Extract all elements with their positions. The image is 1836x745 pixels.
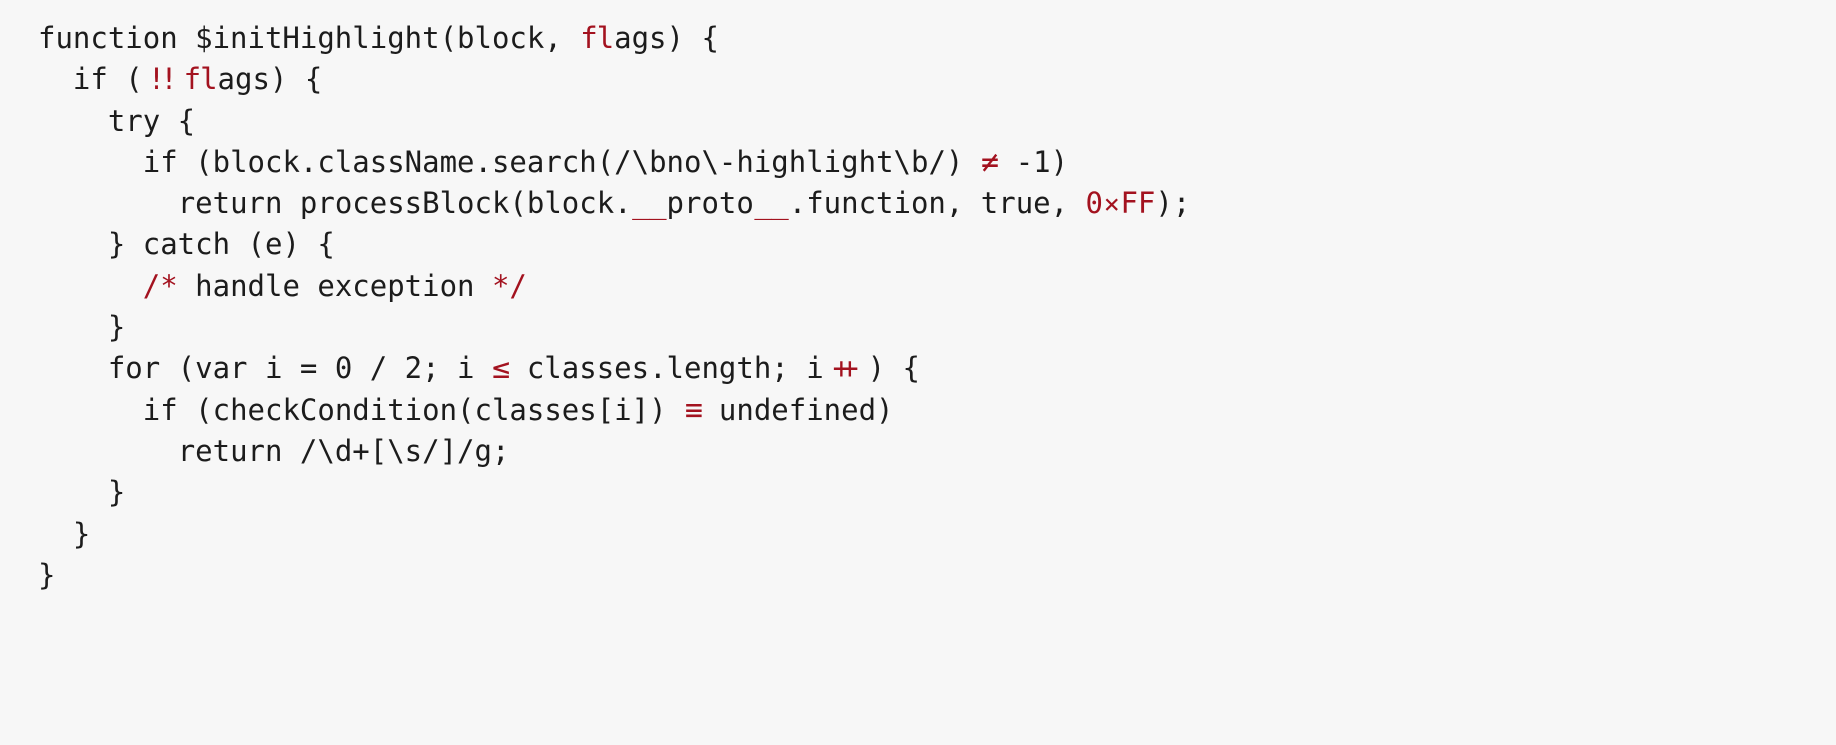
code-token: } bbox=[72, 516, 91, 551]
code-line: } bbox=[38, 555, 1798, 596]
code-ligature-glyph: fl bbox=[183, 62, 218, 97]
code-line: if (!! flags) { bbox=[38, 59, 1798, 100]
code-token: try { bbox=[107, 103, 196, 138]
code-line: return /\d+[\s/]/g; bbox=[38, 431, 1798, 472]
code-token: .function, true, bbox=[788, 186, 1086, 221]
code-token: } bbox=[38, 557, 56, 592]
code-ligature-glyph: ≠ bbox=[980, 144, 999, 180]
code-token: ags) { bbox=[614, 21, 719, 55]
code-line: for (var i = 0 / 2; i ≤ classes.length; … bbox=[38, 348, 1798, 389]
code-token: */ bbox=[491, 268, 527, 303]
code-token: proto bbox=[666, 186, 754, 221]
code-token: handle exception bbox=[177, 268, 492, 303]
code-token: classes.length; i bbox=[509, 351, 824, 386]
code-sample-block: function $initHighlight(block, flags) { … bbox=[38, 18, 1798, 596]
code-token: FF bbox=[1120, 186, 1156, 221]
code-ligature-glyph: __ bbox=[754, 186, 789, 221]
code-ligature-glyph: ≤ bbox=[491, 351, 511, 387]
code-line: function $initHighlight(block, flags) { bbox=[38, 18, 1798, 59]
code-token: if ( bbox=[72, 62, 143, 97]
code-ligature-glyph: __ bbox=[632, 186, 667, 221]
code-ligature-glyph: × bbox=[1103, 189, 1120, 221]
code-line: if (checkCondition(classes[i]) ≡ undefin… bbox=[38, 390, 1798, 431]
code-token: undefined) bbox=[701, 392, 894, 427]
code-line: return processBlock(block.__proto__.func… bbox=[38, 183, 1798, 224]
code-token: /* bbox=[142, 268, 178, 303]
code-token: function $initHighlight(block, bbox=[38, 21, 580, 55]
code-line: } bbox=[38, 307, 1798, 348]
code-ligature-glyph: !! bbox=[147, 62, 178, 97]
code-line: /* handle exception */ bbox=[38, 266, 1798, 307]
code-token: return /\d+[\s/]/g; bbox=[177, 433, 510, 468]
code-line: if (block.className.search(/\bno\-highli… bbox=[38, 142, 1798, 183]
code-line: } bbox=[38, 514, 1798, 555]
code-token: if (block.className.search(/\bno\-highli… bbox=[142, 144, 981, 179]
code-token: -1) bbox=[998, 144, 1069, 179]
code-token: if (checkCondition(classes[i]) bbox=[142, 392, 685, 427]
code-token: ags) { bbox=[217, 62, 323, 97]
code-token: ) { bbox=[867, 351, 920, 386]
code-token: return processBlock(block. bbox=[177, 186, 632, 221]
code-ligature-glyph: ≡ bbox=[684, 392, 703, 428]
code-token: ); bbox=[1155, 186, 1191, 221]
code-line: } catch (e) { bbox=[38, 224, 1798, 265]
code-ligature-glyph: ++ bbox=[832, 351, 859, 386]
code-token: for (var i = 0 / 2; i bbox=[107, 351, 492, 386]
code-token: 0 bbox=[1085, 186, 1104, 221]
code-token: } catch (e) { bbox=[107, 227, 335, 262]
code-token: } bbox=[107, 475, 126, 510]
code-line: try { bbox=[38, 101, 1798, 142]
code-line: } bbox=[38, 472, 1798, 513]
code-token: } bbox=[107, 310, 126, 345]
code-ligature-glyph: fl bbox=[580, 21, 614, 55]
